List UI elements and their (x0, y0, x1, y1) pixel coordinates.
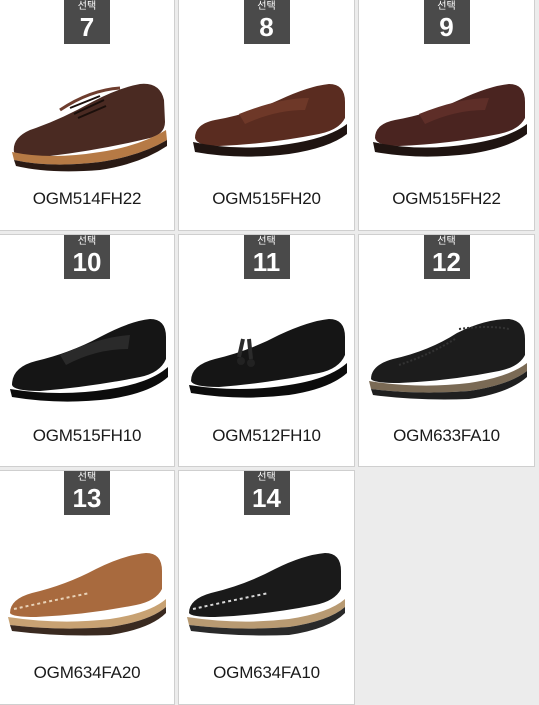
product-number: 11 (252, 247, 281, 277)
product-card[interactable]: 선택 12 OGM633FA10 (358, 234, 535, 467)
product-card[interactable]: 선택 7 OGM514FH22 (0, 0, 175, 231)
select-badge: 선택 7 (64, 0, 110, 44)
product-card[interactable]: 선택 10 OGM515FH10 (0, 234, 175, 467)
product-image (8, 553, 166, 636)
product-card[interactable]: 선택 8 OGM515FH20 (178, 0, 355, 231)
product-card[interactable]: 선택 9 OGM515FH22 (358, 0, 535, 231)
product-number: 9 (439, 12, 454, 42)
select-badge: 선택 8 (243, 0, 290, 44)
product-code: OGM633FA10 (393, 426, 500, 445)
product-number: 8 (259, 12, 274, 42)
product-code: OGM512FH10 (212, 426, 321, 445)
product-card[interactable]: 선택 14 OGM634FA10 (178, 470, 355, 705)
select-badge: 선택 11 (243, 235, 290, 279)
select-badge: 선택 12 (423, 235, 470, 279)
product-code: OGM514FH22 (32, 189, 142, 208)
product-image (369, 319, 527, 400)
product-image (189, 319, 347, 398)
select-badge: 선택 14 (243, 471, 290, 515)
product-image (187, 553, 345, 636)
product-image (193, 84, 347, 157)
product-grid: 선택 7 OGM514FH22 선택 8 OGM515FH20 선택 9 OGM… (0, 0, 539, 705)
product-number: 14 (252, 483, 281, 513)
select-badge: 선택 10 (64, 235, 110, 279)
product-image (10, 319, 168, 402)
product-card[interactable]: 선택 13 OGM634FA20 (0, 470, 175, 705)
select-badge: 선택 9 (423, 0, 470, 44)
product-code: OGM515FH10 (32, 426, 142, 445)
product-number: 7 (79, 12, 95, 42)
product-code: OGM634FA20 (33, 663, 141, 682)
product-number: 13 (72, 483, 102, 513)
select-badge: 선택 13 (64, 471, 110, 515)
product-image (373, 84, 527, 157)
product-code: OGM515FH22 (392, 189, 501, 208)
empty-slot (358, 470, 539, 703)
product-number: 10 (72, 247, 102, 277)
product-number: 12 (432, 247, 461, 277)
product-code: OGM634FA10 (213, 663, 320, 682)
product-code: OGM515FH20 (212, 189, 321, 208)
product-image (12, 83, 167, 172)
product-card[interactable]: 선택 11 OGM512FH10 (178, 234, 355, 467)
